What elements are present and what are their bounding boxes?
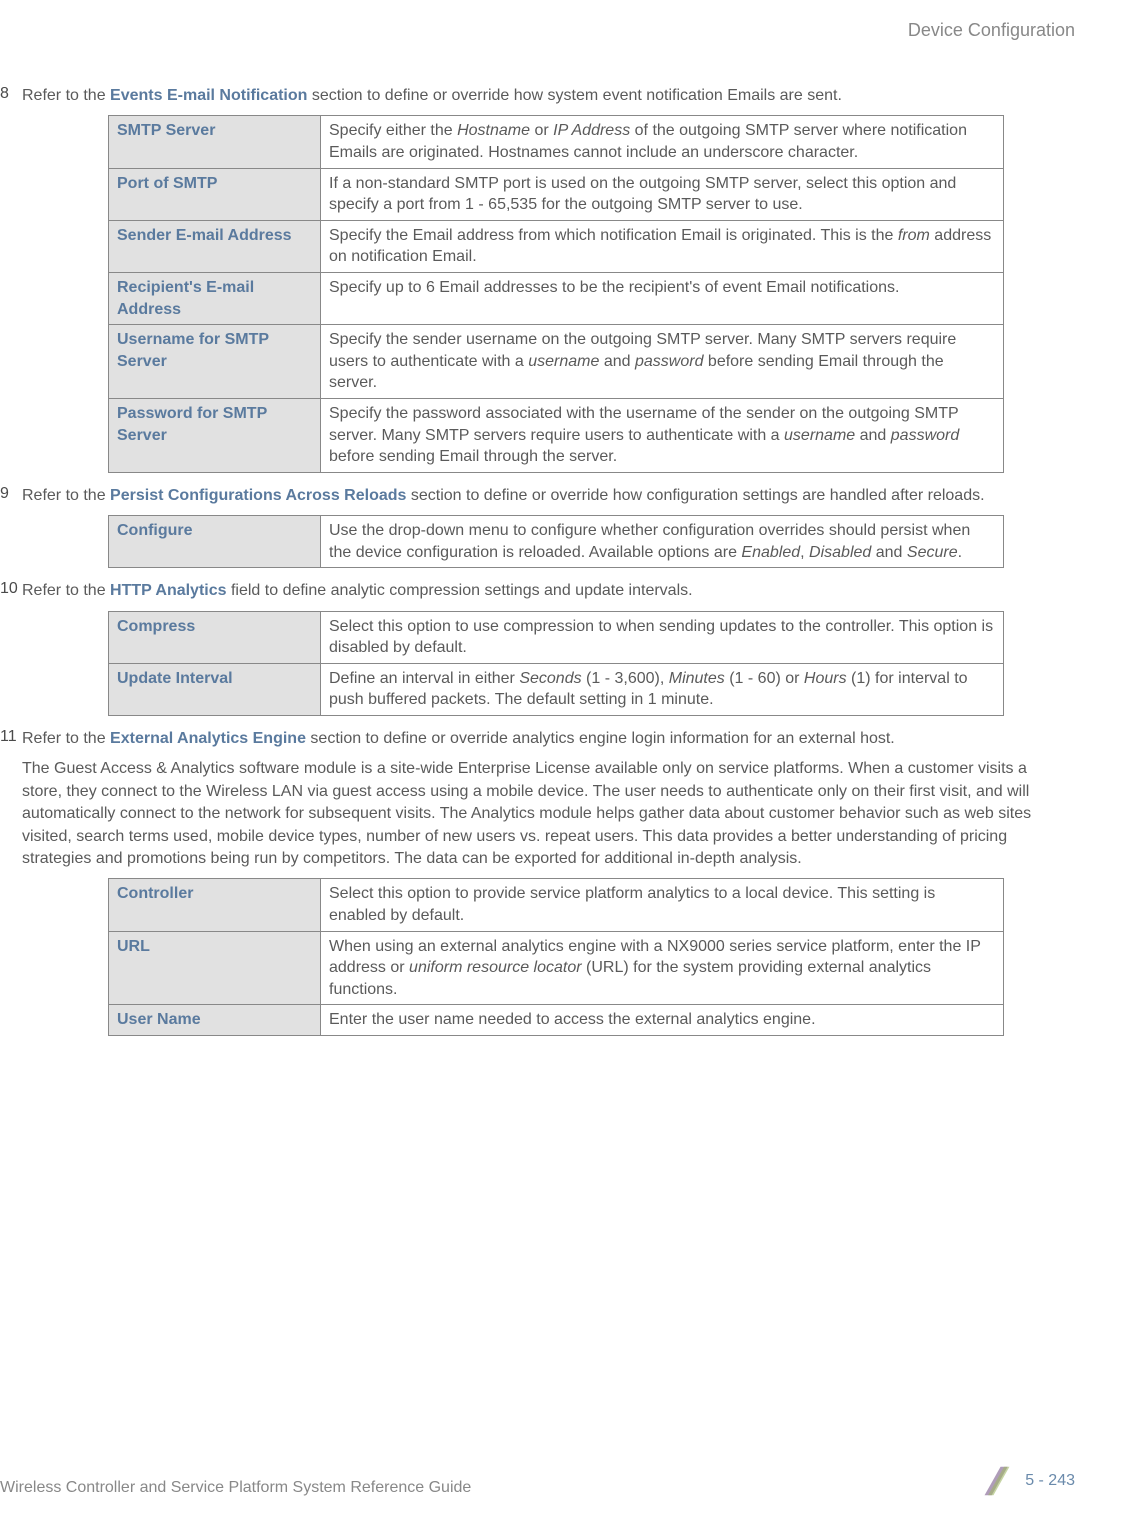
section-number: 10: [0, 580, 22, 602]
table-row: CompressSelect this option to use compre…: [109, 611, 1004, 663]
footer-title: Wireless Controller and Service Platform…: [0, 1479, 471, 1496]
table-row: Sender E-mail AddressSpecify the Email a…: [109, 220, 1004, 272]
table-row: Username for SMTP ServerSpecify the send…: [109, 325, 1004, 399]
table-row: Update IntervalDefine an interval in eit…: [109, 663, 1004, 715]
section-title-bold: External Analytics Engine: [110, 730, 306, 747]
page-number-block: 5 - 243: [981, 1465, 1075, 1497]
param-label: Recipient's E-mail Address: [109, 272, 321, 324]
table-row: ConfigureUse the drop-down menu to confi…: [109, 516, 1004, 568]
section-number: 9: [0, 485, 22, 507]
table-row: ControllerSelect this option to provide …: [109, 879, 1004, 931]
param-label: Update Interval: [109, 663, 321, 715]
param-label: Username for SMTP Server: [109, 325, 321, 399]
param-label: User Name: [109, 1005, 321, 1036]
param-label: Sender E-mail Address: [109, 220, 321, 272]
section-intro: Refer to the External Analytics Engine s…: [22, 728, 1065, 750]
param-desc: Enter the user name needed to access the…: [321, 1005, 1004, 1036]
table-row: SMTP ServerSpecify either the Hostname o…: [109, 116, 1004, 168]
page-slash-icon: [981, 1465, 1013, 1497]
section-number: 8: [0, 85, 22, 107]
table-row: Recipient's E-mail AddressSpecify up to …: [109, 272, 1004, 324]
page-number: 5 - 243: [1025, 1472, 1075, 1490]
param-label: URL: [109, 931, 321, 1005]
header-chapter: Device Configuration: [908, 20, 1075, 41]
param-desc: If a non-standard SMTP port is used on t…: [321, 168, 1004, 220]
param-label: Configure: [109, 516, 321, 568]
section-item: 11Refer to the External Analytics Engine…: [0, 728, 1065, 750]
param-label: Password for SMTP Server: [109, 398, 321, 472]
table-row: Port of SMTPIf a non-standard SMTP port …: [109, 168, 1004, 220]
param-label: Compress: [109, 611, 321, 663]
param-desc: Use the drop-down menu to configure whet…: [321, 516, 1004, 568]
param-desc: Specify the sender username on the outgo…: [321, 325, 1004, 399]
param-table: ControllerSelect this option to provide …: [108, 878, 1004, 1036]
section-intro: Refer to the Events E-mail Notification …: [22, 85, 1065, 107]
param-desc: Specify either the Hostname or IP Addres…: [321, 116, 1004, 168]
table-row: URLWhen using an external analytics engi…: [109, 931, 1004, 1005]
param-desc: When using an external analytics engine …: [321, 931, 1004, 1005]
section-item: 10Refer to the HTTP Analytics field to d…: [0, 580, 1065, 602]
param-desc: Specify the password associated with the…: [321, 398, 1004, 472]
param-desc: Define an interval in either Seconds (1 …: [321, 663, 1004, 715]
table-row: User NameEnter the user name needed to a…: [109, 1005, 1004, 1036]
section-title-bold: HTTP Analytics: [110, 582, 226, 599]
page-footer: Wireless Controller and Service Platform…: [0, 1479, 1125, 1497]
param-desc: Specify the Email address from which not…: [321, 220, 1004, 272]
param-label: Port of SMTP: [109, 168, 321, 220]
param-desc: Select this option to provide service pl…: [321, 879, 1004, 931]
param-label: Controller: [109, 879, 321, 931]
param-desc: Specify up to 6 Email addresses to be th…: [321, 272, 1004, 324]
page-content: 8Refer to the Events E-mail Notification…: [0, 0, 1125, 1036]
section-paragraph: The Guest Access & Analytics software mo…: [0, 758, 1065, 870]
section-intro: Refer to the Persist Configurations Acro…: [22, 485, 1065, 507]
param-table: CompressSelect this option to use compre…: [108, 611, 1004, 716]
section-number: 11: [0, 728, 22, 750]
param-table: SMTP ServerSpecify either the Hostname o…: [108, 115, 1004, 472]
table-row: Password for SMTP ServerSpecify the pass…: [109, 398, 1004, 472]
section-item: 9Refer to the Persist Configurations Acr…: [0, 485, 1065, 507]
section-item: 8Refer to the Events E-mail Notification…: [0, 85, 1065, 107]
param-desc: Select this option to use compression to…: [321, 611, 1004, 663]
section-intro: Refer to the HTTP Analytics field to def…: [22, 580, 1065, 602]
section-title-bold: Events E-mail Notification: [110, 87, 307, 104]
param-label: SMTP Server: [109, 116, 321, 168]
section-title-bold: Persist Configurations Across Reloads: [110, 487, 406, 504]
param-table: ConfigureUse the drop-down menu to confi…: [108, 515, 1004, 568]
